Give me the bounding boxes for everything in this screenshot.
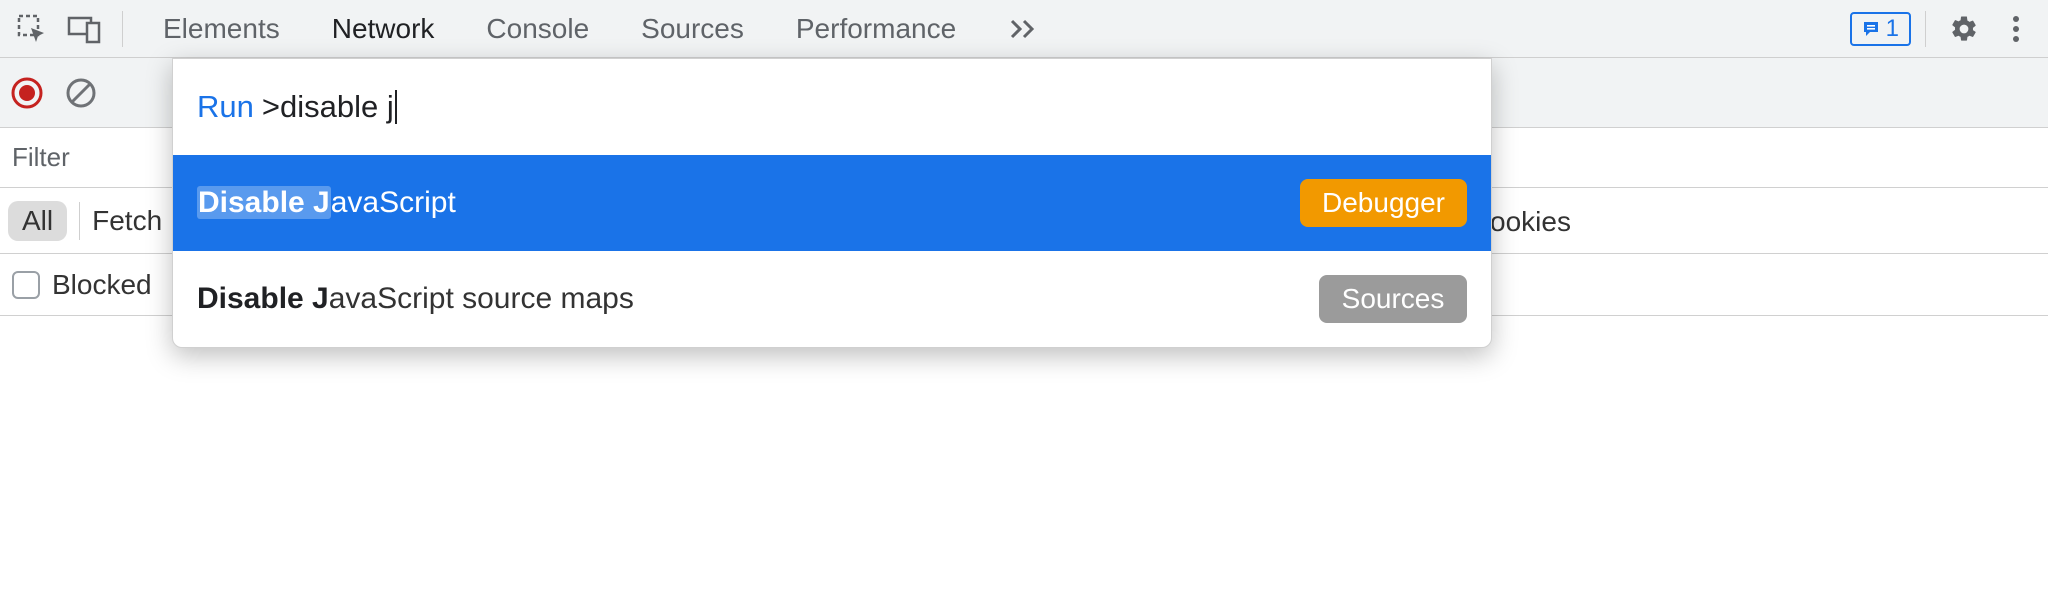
blocked-checkbox[interactable]: [12, 271, 40, 299]
chat-icon: [1862, 20, 1880, 38]
text-cursor: [395, 90, 397, 124]
filter-fetch[interactable]: Fetch: [92, 205, 162, 237]
tabs-overflow-icon[interactable]: [982, 1, 1066, 57]
record-button-icon[interactable]: [10, 76, 44, 110]
issues-badge[interactable]: 1: [1850, 12, 1911, 46]
kebab-menu-icon[interactable]: [1992, 5, 2040, 53]
tab-performance[interactable]: Performance: [770, 1, 982, 57]
truncated-text: ookies: [1490, 206, 1571, 238]
command-query: disable j: [280, 89, 394, 125]
command-result-disable-javascript[interactable]: Disable JavaScript Debugger: [173, 155, 1491, 251]
clear-log-icon[interactable]: [64, 76, 98, 110]
panel-tabs: Elements Network Console Sources Perform…: [137, 1, 1066, 57]
tab-console[interactable]: Console: [460, 1, 615, 57]
tab-elements[interactable]: Elements: [137, 1, 306, 57]
blocked-label: Blocked: [52, 269, 152, 301]
command-palette: Run > disable j Disable JavaScript Debug…: [172, 58, 1492, 348]
separator: [122, 11, 123, 47]
panel-badge-sources: Sources: [1319, 275, 1467, 323]
devtools-tab-bar: Elements Network Console Sources Perform…: [0, 0, 2048, 58]
inspect-element-icon[interactable]: [8, 5, 56, 53]
separator: [79, 202, 80, 240]
run-label: Run: [197, 89, 254, 125]
command-prefix: >: [262, 89, 280, 125]
command-palette-input-row[interactable]: Run > disable j: [173, 59, 1491, 155]
result-match: Disable J: [197, 282, 329, 315]
command-result-disable-source-maps[interactable]: Disable JavaScript source maps Sources: [173, 251, 1491, 347]
settings-gear-icon[interactable]: [1940, 5, 1988, 53]
tab-sources[interactable]: Sources: [615, 1, 770, 57]
issues-count: 1: [1886, 15, 1899, 43]
separator: [1925, 11, 1926, 47]
panel-badge-debugger: Debugger: [1300, 179, 1467, 227]
result-rest: avaScript source maps: [329, 282, 634, 315]
result-match: Disable J: [198, 186, 330, 219]
filter-all-pill[interactable]: All: [8, 201, 67, 241]
device-toolbar-icon[interactable]: [60, 5, 108, 53]
tab-network[interactable]: Network: [306, 1, 461, 57]
result-rest: avaScript: [331, 186, 456, 219]
filter-input[interactable]: Filter: [12, 142, 70, 173]
